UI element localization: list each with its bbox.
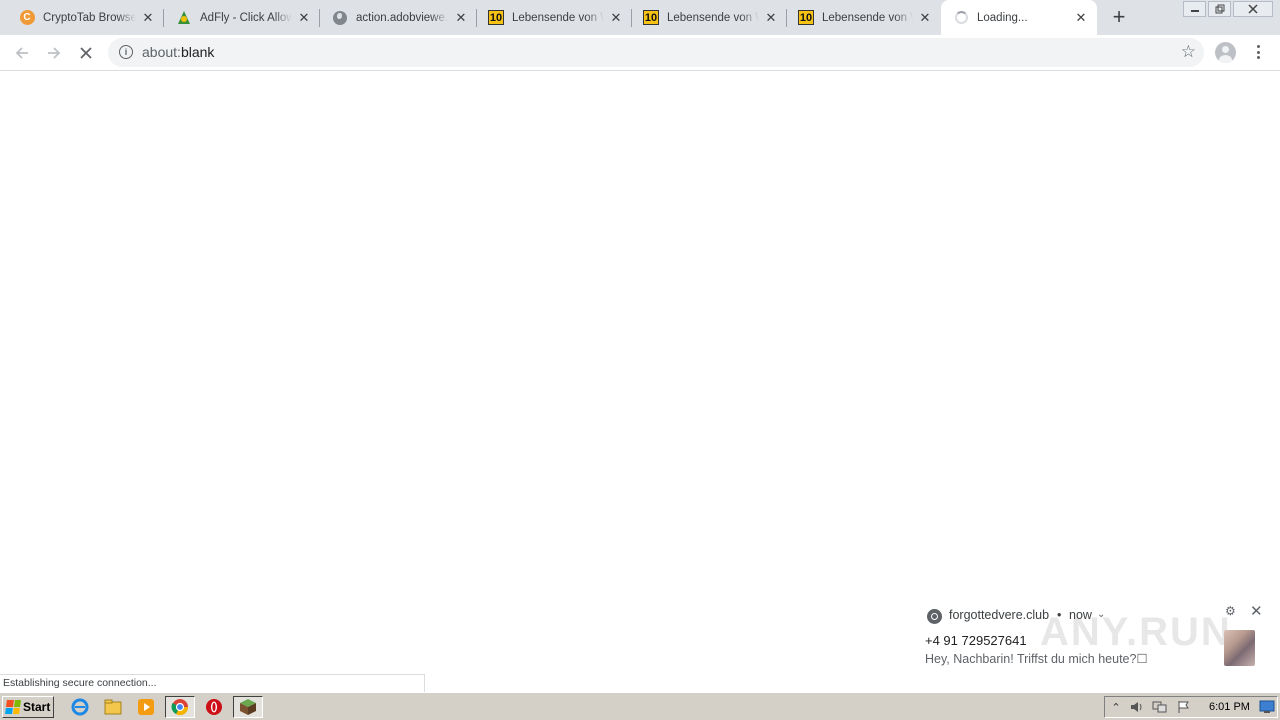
notification-origin: forgottedvere.club	[949, 608, 1050, 622]
tab-close-icon[interactable]: ✕	[1073, 10, 1089, 26]
browser-toolbar: i about:blank ☆	[0, 35, 1280, 71]
status-bubble: Establishing secure connection...	[0, 674, 425, 692]
push-notification[interactable]: forgottedvere.club • now ⌄ ⚙ ✕ +4 91 729…	[912, 598, 1272, 678]
tab-title: Lebensende von W	[667, 11, 759, 24]
cryptotab-icon: C	[19, 10, 35, 26]
back-arrow-icon	[15, 47, 28, 59]
tab-close-icon[interactable]: ✕	[608, 10, 624, 26]
chrome-taskbar-icon[interactable]	[165, 696, 195, 718]
forward-button[interactable]	[42, 41, 66, 65]
globe-icon	[332, 10, 348, 26]
back-button[interactable]	[10, 41, 34, 65]
tab-title: action.adobviewe.club	[356, 11, 449, 24]
minimize-icon	[1190, 10, 1199, 12]
network-icon[interactable]	[1152, 700, 1168, 714]
ten-icon: 10	[488, 10, 504, 25]
tab-lebensende-3[interactable]: 10 Lebensende von W ✕	[787, 0, 941, 35]
window-close-button[interactable]	[1233, 1, 1273, 17]
forward-arrow-icon	[48, 47, 61, 59]
taskbar: Start ⌃ 6:01 PM	[0, 692, 1280, 720]
ten-icon: 10	[643, 10, 659, 25]
address-url: about:blank	[142, 44, 215, 60]
adfly-icon	[176, 10, 192, 26]
stop-icon	[80, 47, 92, 59]
show-hidden-icons-icon[interactable]: ⌃	[1108, 700, 1124, 714]
profile-avatar-icon[interactable]	[1215, 42, 1236, 63]
volume-icon[interactable]	[1129, 700, 1145, 714]
tab-close-icon[interactable]: ✕	[917, 10, 933, 26]
taskbar-clock[interactable]: 6:01 PM	[1209, 701, 1250, 713]
start-button[interactable]: Start	[2, 696, 54, 718]
windows-logo-icon	[5, 700, 21, 714]
action-center-flag-icon[interactable]	[1176, 700, 1192, 714]
close-icon[interactable]: ✕	[1250, 602, 1263, 620]
tab-close-icon[interactable]: ✕	[140, 10, 156, 26]
new-tab-button[interactable]: +	[1108, 6, 1130, 29]
tab-adfly[interactable]: AdFly - Click Allow to ✕	[164, 0, 320, 35]
start-label: Start	[23, 700, 51, 714]
notification-image	[1224, 630, 1255, 666]
tab-close-icon[interactable]: ✕	[296, 10, 312, 26]
notification-time: now	[1069, 608, 1092, 622]
system-tray: ⌃ 6:01 PM	[1104, 696, 1278, 718]
tab-title: Lebensende von W	[822, 11, 913, 24]
media-player-icon[interactable]	[136, 697, 156, 717]
tab-close-icon[interactable]: ✕	[763, 10, 779, 26]
tab-lebensende-1[interactable]: 10 Lebensende von W ✕	[477, 0, 632, 35]
minimize-button[interactable]	[1183, 1, 1206, 17]
restore-icon	[1215, 4, 1224, 14]
tab-title: AdFly - Click Allow to	[200, 11, 292, 24]
ten-icon: 10	[798, 10, 814, 25]
tab-title: Loading...	[977, 11, 1028, 24]
address-bar[interactable]: i about:blank ☆	[108, 38, 1204, 67]
tab-strip: C CryptoTab Browser ✕ AdFly - Click Allo…	[0, 0, 1280, 35]
tab-title: CryptoTab Browser	[43, 11, 136, 24]
show-desktop-icon[interactable]	[1257, 697, 1277, 717]
chrome-icon	[927, 609, 942, 624]
chevron-down-icon[interactable]: ⌄	[1097, 609, 1105, 620]
tab-title: Lebensende von W	[512, 11, 604, 24]
internet-explorer-icon[interactable]	[70, 697, 90, 717]
restore-button[interactable]	[1208, 1, 1231, 17]
file-explorer-icon[interactable]	[103, 697, 123, 717]
gear-icon[interactable]: ⚙	[1225, 604, 1236, 618]
tab-close-icon[interactable]: ✕	[453, 10, 469, 26]
notification-separator: •	[1057, 608, 1062, 622]
minecraft-icon[interactable]	[233, 696, 263, 718]
loading-spinner-icon	[953, 10, 969, 26]
tab-adobviewe[interactable]: action.adobviewe.club ✕	[320, 0, 477, 35]
browser-menu-icon[interactable]	[1250, 43, 1266, 61]
notification-body: Hey, Nachbarin! Triffst du mich heute?☐	[925, 652, 1148, 666]
tab-lebensende-2[interactable]: 10 Lebensende von W ✕	[632, 0, 787, 35]
close-icon	[1248, 4, 1258, 14]
opera-icon[interactable]	[204, 697, 224, 717]
notification-title: +4 91 729527641	[925, 633, 1027, 648]
info-icon[interactable]: i	[119, 45, 133, 59]
tab-cryptotab[interactable]: C CryptoTab Browser ✕	[0, 0, 164, 35]
tab-loading[interactable]: Loading... ✕	[941, 0, 1097, 35]
bookmark-star-icon[interactable]: ☆	[1181, 42, 1196, 62]
stop-loading-button[interactable]	[74, 41, 98, 65]
